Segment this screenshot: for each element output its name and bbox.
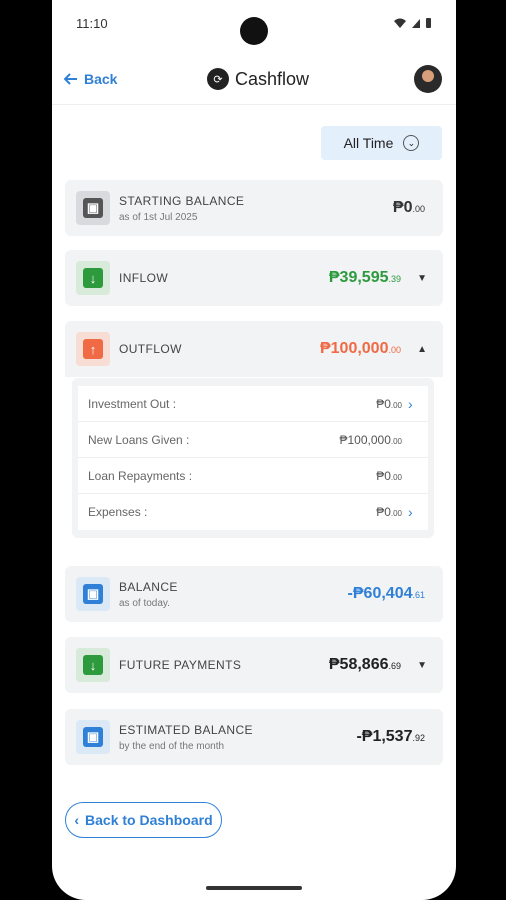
investment-out-row[interactable]: Investment Out : ₱0.00 › bbox=[78, 386, 428, 422]
balance-card: ▣ BALANCE as of today. -₱60,404.61 bbox=[65, 566, 443, 622]
inflow-card[interactable]: ↓ INFLOW ₱39,595.39 ▼ bbox=[65, 250, 443, 306]
outflow-details-panel: Investment Out : ₱0.00 › New Loans Given … bbox=[72, 378, 434, 538]
app-header: Back ⟳ Cashflow bbox=[52, 56, 456, 102]
page-title-text: Cashflow bbox=[235, 68, 310, 89]
arrow-left-icon bbox=[64, 73, 77, 85]
inflow-amount: ₱39,595.39 bbox=[328, 269, 401, 286]
cashflow-logo-icon: ⟳ bbox=[207, 68, 229, 90]
estimated-balance-amount: -₱1,537.92 bbox=[356, 728, 425, 745]
page-title: ⟳ Cashflow bbox=[207, 68, 309, 90]
caret-down-icon[interactable]: ▼ bbox=[417, 660, 427, 671]
arrow-down-icon: ↓ bbox=[76, 648, 110, 682]
outflow-amount: ₱100,000.00 bbox=[319, 340, 401, 357]
new-loans-given-row: New Loans Given : ₱100,000.00 bbox=[78, 422, 428, 458]
outflow-card[interactable]: ↑ OUTFLOW ₱100,000.00 ▲ bbox=[65, 321, 443, 377]
back-label: Back bbox=[84, 71, 118, 87]
future-payments-card[interactable]: ↓ FUTURE PAYMENTS ₱58,866.69 ▼ bbox=[65, 637, 443, 693]
loan-repayments-row: Loan Repayments : ₱0.00 bbox=[78, 458, 428, 494]
caret-down-icon[interactable]: ▼ bbox=[417, 273, 427, 284]
starting-balance-label: STARTING BALANCE as of 1st Jul 2025 bbox=[119, 193, 245, 223]
back-button[interactable]: Back bbox=[64, 71, 117, 87]
battery-icon bbox=[426, 18, 431, 28]
status-time: 11:10 bbox=[76, 15, 108, 31]
chevron-down-icon: ⌄ bbox=[403, 135, 420, 151]
starting-balance-card: ▣ STARTING BALANCE as of 1st Jul 2025 ₱0… bbox=[65, 180, 443, 236]
chevron-right-icon: › bbox=[408, 395, 413, 412]
future-payments-amount: ₱58,866.69 bbox=[328, 656, 401, 673]
estimated-balance-card: ▣ ESTIMATED BALANCE by the end of the mo… bbox=[65, 709, 443, 765]
wallet-icon: ▣ bbox=[76, 720, 110, 754]
home-indicator bbox=[206, 886, 302, 890]
status-icons bbox=[393, 17, 432, 29]
back-to-dashboard-button[interactable]: ‹ Back to Dashboard bbox=[65, 802, 222, 838]
future-payments-label: FUTURE PAYMENTS bbox=[119, 658, 242, 672]
expenses-row[interactable]: Expenses : ₱0.00 › bbox=[78, 494, 428, 530]
balance-label: BALANCE as of today. bbox=[119, 579, 178, 609]
estimated-balance-label: ESTIMATED BALANCE by the end of the mont… bbox=[119, 722, 253, 752]
outflow-label: OUTFLOW bbox=[119, 342, 182, 356]
arrow-up-icon: ↑ bbox=[76, 332, 110, 366]
time-filter-dropdown[interactable]: All Time ⌄ bbox=[321, 126, 442, 160]
balance-amount: -₱60,404.61 bbox=[347, 585, 425, 602]
wallet-icon: ▣ bbox=[76, 577, 110, 611]
caret-up-icon[interactable]: ▲ bbox=[417, 344, 427, 355]
header-divider bbox=[52, 104, 456, 105]
camera-cutout bbox=[240, 17, 268, 45]
wallet-icon: ▣ bbox=[76, 191, 110, 225]
starting-balance-amount: ₱0.00 bbox=[392, 199, 425, 216]
time-filter-label: All Time bbox=[343, 135, 394, 151]
avatar[interactable] bbox=[414, 65, 442, 93]
inflow-label: INFLOW bbox=[119, 271, 169, 285]
signal-icon bbox=[412, 19, 420, 28]
arrow-down-icon: ↓ bbox=[76, 261, 110, 295]
chevron-left-icon: ‹ bbox=[74, 812, 80, 828]
chevron-right-icon: › bbox=[408, 504, 413, 520]
wifi-icon bbox=[394, 18, 406, 28]
app-screen: 11:10 Back ⟳ Cashflow All Time ⌄ ▣ START… bbox=[52, 0, 456, 900]
